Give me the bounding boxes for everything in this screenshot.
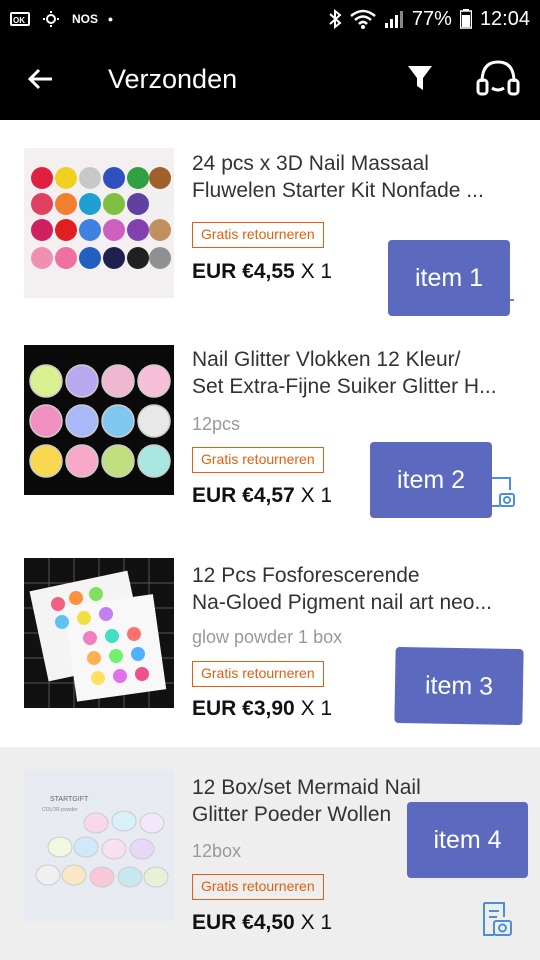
item-label-overlay: item 1 [388, 240, 510, 316]
product-name-line2: Na-Gloed Pigment nail art neo... [192, 591, 492, 614]
brightness-icon [43, 11, 59, 27]
price-line: EUR €4,50 X 1 [192, 911, 332, 935]
product-image: STARTGIFT COLOR powder [24, 771, 174, 921]
free-return-badge: Gratis retourneren [192, 874, 324, 900]
price-line: EUR €4,57 X 1 [192, 484, 332, 508]
battery-percent: 77% [411, 7, 452, 30]
list-item-2[interactable]: Nail Glitter Vlokken 12 Kleur/ Set Extra… [0, 332, 540, 545]
list-item-4[interactable]: STARTGIFT COLOR powder 12 Box/set Mermai… [0, 747, 540, 960]
product-name-line1: 12 Pcs Fosforescerende [192, 564, 420, 587]
bluetooth-icon [329, 9, 342, 29]
app-bar: Verzonden [0, 38, 540, 120]
back-arrow-icon [27, 68, 52, 90]
price: EUR €4,50 [192, 911, 295, 934]
product-name[interactable]: 12 Pcs Fosforescerende Na-Gloed Pigment … [192, 562, 518, 616]
product-name-line1: 24 pcs x 3D Nail Massaal [192, 152, 429, 175]
svg-text:OK: OK [13, 16, 25, 25]
status-bar: OK NOS • 77% 12:04 [0, 0, 540, 38]
product-name-line1: Nail Glitter Vlokken 12 Kleur/ [192, 348, 461, 371]
free-return-badge: Gratis retourneren [192, 222, 324, 248]
price: EUR €4,57 [192, 484, 295, 507]
page-title: Verzonden [108, 63, 238, 94]
glow-pigment-thumbnail [24, 558, 174, 708]
back-button[interactable] [0, 38, 80, 120]
variant-label: 12pcs [192, 414, 241, 434]
price-line: EUR €3,90 X 1 [192, 697, 332, 721]
product-name-line2: Set Extra-Fijne Suiker Glitter H... [192, 375, 497, 398]
product-name[interactable]: Nail Glitter Vlokken 12 Kleur/ Set Extra… [192, 346, 518, 400]
product-name-line2: Fluwelen Starter Kit Nonfade ... [192, 179, 484, 202]
thumb-text-line1: STARTGIFT [50, 796, 89, 803]
signal-icon [384, 11, 403, 28]
battery-icon [459, 9, 472, 29]
product-image [24, 558, 174, 708]
variant-label: 12box [192, 841, 242, 861]
velvet-powder-thumbnail [24, 148, 174, 298]
variant-label: glow powder 1 box [192, 627, 343, 647]
carrier-label: NOS [72, 12, 99, 26]
list-item[interactable]: 24 pcs x 3D Nail Massaal Fluwelen Starte… [0, 120, 540, 332]
list-item-3[interactable]: 12 Pcs Fosforescerende Na-Gloed Pigment … [0, 545, 540, 747]
product-name-line1: 12 Box/set Mermaid Nail [192, 776, 421, 799]
clock: 12:04 [479, 7, 530, 30]
item-label-overlay: item 2 [370, 442, 492, 518]
quantity: X 1 [300, 911, 333, 934]
product-name[interactable]: 24 pcs x 3D Nail Massaal Fluwelen Starte… [192, 150, 518, 204]
dot-icon: • [108, 11, 113, 27]
wifi-icon [350, 9, 376, 29]
free-return-badge: Gratis retourneren [192, 447, 324, 473]
quantity: X 1 [300, 484, 333, 507]
product-image [24, 148, 174, 298]
item-label-overlay: item 4 [407, 802, 528, 878]
mermaid-powder-thumbnail: STARTGIFT COLOR powder [24, 771, 174, 921]
support-headset-icon[interactable] [474, 58, 522, 100]
product-image [24, 345, 174, 495]
price: EUR €3,90 [192, 697, 295, 720]
filter-icon[interactable] [402, 64, 438, 94]
free-return-badge: Gratis retourneren [192, 661, 324, 687]
quantity: X 1 [300, 697, 333, 720]
thumb-text-line2: COLOR powder [42, 807, 78, 813]
price: EUR €4,55 [192, 260, 295, 283]
quantity: X 1 [300, 260, 333, 283]
glitter-jars-thumbnail [24, 345, 174, 495]
price-line: EUR €4,55 X 1 [192, 260, 332, 284]
review-receipt-icon[interactable] [480, 901, 514, 939]
item-label-overlay: item 3 [394, 646, 524, 726]
notification-icon: OK [10, 12, 30, 26]
review-receipt-icon[interactable] [488, 476, 516, 510]
